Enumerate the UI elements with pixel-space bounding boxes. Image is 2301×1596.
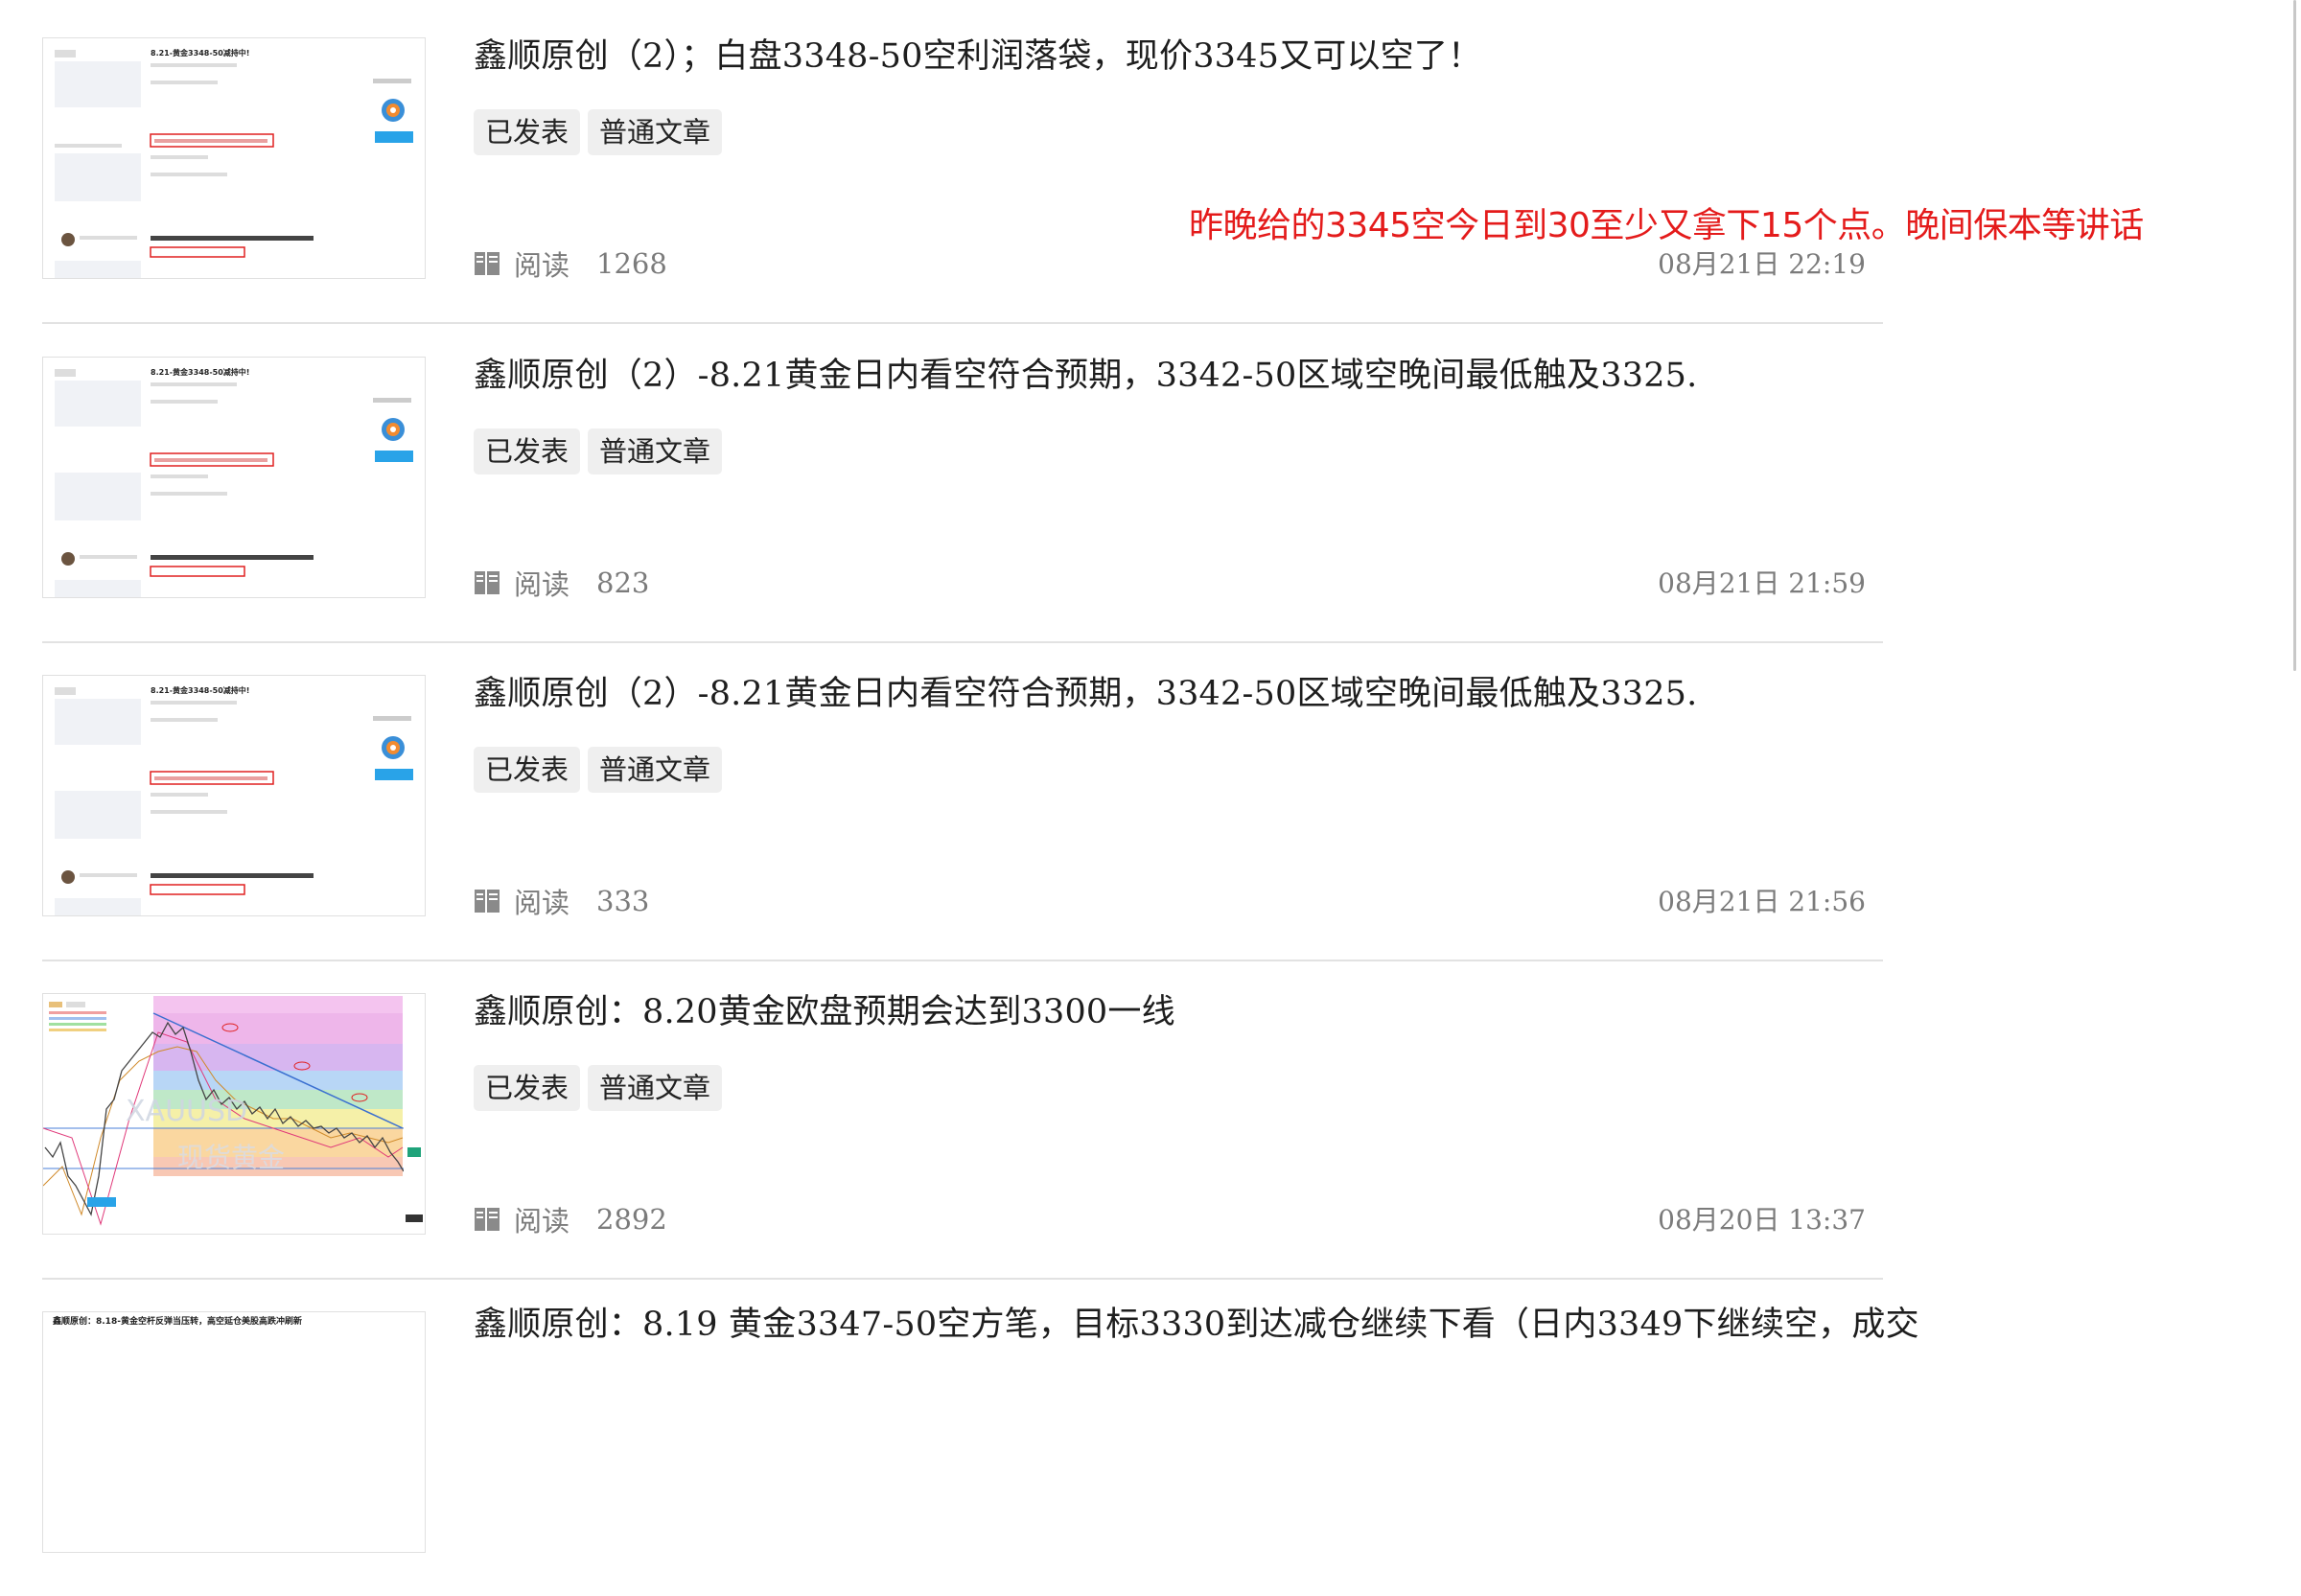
article-thumbnail[interactable]: 8.21-黄金3348-50减持中! xyxy=(42,37,426,279)
article-thumbnail[interactable]: XAUUSD 现货黄金 xyxy=(42,993,426,1235)
read-count: 2892 xyxy=(596,1203,667,1236)
read-count: 823 xyxy=(596,567,650,599)
article-item[interactable]: XAUUSD 现货黄金 鑫顺原创：8.20黄金欧盘预期会达到3300一线 已发表… xyxy=(42,960,1883,1280)
tag-regular-article[interactable]: 普通文章 xyxy=(588,428,723,474)
article-tags: 已发表 普通文章 xyxy=(474,747,723,793)
tag-published[interactable]: 已发表 xyxy=(474,109,581,155)
article-title[interactable]: 鑫顺原创：8.19 黄金3347-50空方笔，目标3330到达减仓继续下看（日内… xyxy=(474,1301,1919,1349)
thumb-heading: 鑫顺原创：8.18-黄金空杆反弹当压转，高空延仓美股高跌冲刷新 xyxy=(52,1315,302,1327)
read-label: 阅读 xyxy=(514,1205,570,1237)
annotation-note: 昨晚给的3345空今日到30至少又拿下15个点。晚间保本等讲话 xyxy=(1189,206,2144,245)
tag-regular-article[interactable]: 普通文章 xyxy=(588,747,723,793)
gold-chart-thumbnail-image: XAUUSD 现货黄金 xyxy=(43,994,425,1234)
book-icon xyxy=(475,1208,500,1231)
article-title[interactable]: 鑫顺原创（2）；白盘3348-50空利润落袋，现价3345又可以空了！ xyxy=(474,33,1481,81)
article-title[interactable]: 鑫顺原创：8.20黄金欧盘预期会达到3300一线 xyxy=(474,988,1175,1036)
article-title[interactable]: 鑫顺原创（2）-8.21黄金日内看空符合预期，3342-50区域空晚间最低触及3… xyxy=(474,670,1697,718)
article-item[interactable]: 8.21-黄金3348-50减持中! 鑫顺原创（2）；白盘3348-50空利润落… xyxy=(42,4,2144,324)
thumb-heading: 8.21-黄金3348-50减持中! xyxy=(151,685,249,695)
article-stats: 阅读 2892 xyxy=(474,1199,667,1239)
chart-watermark-symbol: XAUUSD xyxy=(126,1095,247,1128)
publish-date: 08月21日 21:56 xyxy=(1658,886,1866,917)
book-icon xyxy=(475,890,500,913)
article-item[interactable]: 8.21-黄金3348-50减持中! 鑫顺原创（2）-8.21黄金日内看空符合预… xyxy=(42,323,1883,643)
chart-watermark-name: 现货黄金 xyxy=(177,1142,285,1173)
article-item[interactable]: 鑫顺原创：8.18-黄金空杆反弹当压转，高空延仓美股高跌冲刷新 鑫顺原创：8.1… xyxy=(42,1278,1919,1596)
read-label: 阅读 xyxy=(514,887,570,919)
tag-regular-article[interactable]: 普通文章 xyxy=(588,1065,723,1111)
read-label: 阅读 xyxy=(514,568,570,601)
read-label: 阅读 xyxy=(514,249,570,282)
article-title[interactable]: 鑫顺原创（2）-8.21黄金日内看空符合预期，3342-50区域空晚间最低触及3… xyxy=(474,352,1697,400)
publish-date: 08月21日 22:19 xyxy=(1658,248,1866,280)
article-thumbnail[interactable]: 鑫顺原创：8.18-黄金空杆反弹当压转，高空延仓美股高跌冲刷新 xyxy=(42,1311,426,1553)
read-count: 333 xyxy=(596,885,650,917)
tag-published[interactable]: 已发表 xyxy=(474,428,581,474)
article-stats: 阅读 1268 xyxy=(474,243,667,284)
book-icon xyxy=(475,571,500,594)
article-stats: 阅读 823 xyxy=(474,563,649,603)
article-item[interactable]: 8.21-黄金3348-50减持中! 鑫顺原创（2）-8.21黄金日内看空符合预… xyxy=(42,641,1883,961)
article-tags: 已发表 普通文章 xyxy=(474,428,723,474)
document-thumbnail-image: 鑫顺原创：8.18-黄金空杆反弹当压转，高空延仓美股高跌冲刷新 xyxy=(43,1312,425,1552)
document-thumbnail-image: 8.21-黄金3348-50减持中! xyxy=(43,676,425,915)
thumb-heading: 8.21-黄金3348-50减持中! xyxy=(151,48,249,58)
publish-date: 08月20日 13:37 xyxy=(1658,1204,1866,1236)
publish-date: 08月21日 21:59 xyxy=(1658,567,1866,599)
article-tags: 已发表 普通文章 xyxy=(474,1065,723,1111)
article-thumbnail[interactable]: 8.21-黄金3348-50减持中! xyxy=(42,357,426,598)
tag-published[interactable]: 已发表 xyxy=(474,1065,581,1111)
book-icon xyxy=(475,252,500,275)
tag-published[interactable]: 已发表 xyxy=(474,747,581,793)
thumb-heading: 8.21-黄金3348-50减持中! xyxy=(151,367,249,377)
document-thumbnail-image: 8.21-黄金3348-50减持中! xyxy=(43,358,425,597)
article-tags: 已发表 普通文章 xyxy=(474,109,723,155)
scrollbar[interactable] xyxy=(2293,0,2296,671)
article-thumbnail[interactable]: 8.21-黄金3348-50减持中! xyxy=(42,675,426,916)
tag-regular-article[interactable]: 普通文章 xyxy=(588,109,723,155)
read-count: 1268 xyxy=(596,247,667,280)
document-thumbnail-image: 8.21-黄金3348-50减持中! xyxy=(43,38,425,278)
article-stats: 阅读 333 xyxy=(474,881,649,921)
